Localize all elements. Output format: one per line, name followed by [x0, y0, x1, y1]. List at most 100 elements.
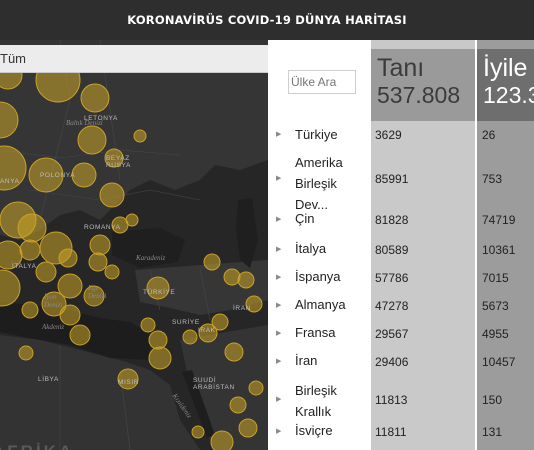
case-bubble[interactable]: [88, 252, 108, 272]
map-label-suudi: SUUDİ ARABİSTAN: [193, 377, 235, 391]
map-label-suriye: SURİYE: [172, 319, 200, 326]
confirmed-count: 11813: [375, 393, 408, 407]
recovered-title: İyile: [483, 54, 528, 82]
case-bubble[interactable]: [0, 101, 19, 139]
case-bubble[interactable]: [238, 418, 258, 438]
map-label-iyon: İyon Denizi: [44, 293, 63, 309]
case-bubble[interactable]: [182, 329, 198, 345]
confirmed-total: 537.808: [377, 82, 461, 108]
case-bubble[interactable]: [203, 253, 221, 271]
table-row[interactable]: ▶ Türkiye 3629 26: [268, 124, 534, 146]
map-label-polonya: POLONYA: [40, 172, 76, 179]
confirmed-count: 3629: [375, 128, 402, 142]
table-row[interactable]: ▶ İsviçre 11811 131: [268, 420, 534, 444]
expand-arrow-icon[interactable]: ▶: [276, 357, 281, 365]
recovered-count: 5673: [482, 299, 509, 313]
expand-arrow-icon[interactable]: ▶: [276, 174, 281, 182]
table-row[interactable]: ▶ Fransa 29567 4955: [268, 322, 534, 346]
country-name: Birleşik Krallık: [295, 383, 337, 419]
case-bubble[interactable]: [18, 345, 34, 361]
recovered-count: 4955: [482, 327, 509, 341]
confirmed-count: 57786: [375, 271, 409, 285]
case-bubble[interactable]: [104, 264, 120, 280]
case-bubble[interactable]: [77, 125, 107, 155]
case-bubble[interactable]: [17, 213, 47, 243]
case-bubble[interactable]: [210, 430, 234, 450]
recovered-count: 26: [482, 128, 496, 142]
expand-arrow-icon[interactable]: ▶: [276, 329, 281, 337]
confirmed-count: 85991: [375, 172, 409, 186]
recovered-header[interactable]: İyile 123.3: [477, 49, 534, 121]
country-name: Amerika Birleşik Dev...: [295, 155, 343, 212]
expand-arrow-icon[interactable]: ▶: [276, 395, 281, 403]
table-row[interactable]: ▶ Almanya 47278 5673: [268, 294, 534, 318]
map-filter-label: Tüm: [0, 51, 26, 66]
map-label-almanya: ANYA: [0, 178, 20, 185]
country-name: İran: [295, 353, 318, 368]
confirmed-count: 29567: [375, 327, 409, 341]
recovered-count: 150: [482, 393, 503, 407]
table-row[interactable]: ▶ Birleşik Krallık 11813 150: [268, 380, 534, 420]
table-row[interactable]: ▶ İran 29406 10457: [268, 350, 534, 374]
map-label-karadeniz: Karadeniz: [136, 254, 166, 262]
case-bubble[interactable]: [133, 129, 147, 143]
expand-arrow-icon[interactable]: ▶: [276, 427, 281, 435]
case-bubble[interactable]: [148, 330, 168, 350]
case-bubble[interactable]: [58, 248, 78, 268]
case-bubble[interactable]: [19, 239, 41, 261]
case-bubble[interactable]: [125, 213, 139, 227]
case-bubble[interactable]: [71, 162, 97, 188]
map-label-afrika: AFRİKA: [0, 442, 74, 450]
map-label-letonya: LETONYA: [84, 115, 118, 122]
case-bubble[interactable]: [35, 261, 57, 283]
expand-arrow-icon[interactable]: ▶: [276, 215, 281, 223]
recovered-count: 74719: [482, 213, 516, 227]
case-bubble[interactable]: [223, 268, 241, 286]
expand-arrow-icon[interactable]: ▶: [276, 273, 281, 281]
case-bubble[interactable]: [0, 269, 21, 307]
case-bubble[interactable]: [191, 425, 205, 439]
confirmed-title: Tanı: [377, 54, 425, 82]
case-bubble[interactable]: [140, 317, 156, 333]
map-label-beyaz-rusya: BEYAZ RUSYA: [106, 155, 131, 169]
expand-arrow-icon[interactable]: ▶: [276, 130, 281, 138]
country-name: Türkiye: [295, 127, 338, 142]
confirmed-count: 29406: [375, 355, 409, 369]
map-label-misir: MISIR: [118, 379, 140, 386]
country-name: Almanya: [295, 297, 346, 312]
recovered-count: 131: [482, 425, 503, 439]
country-name: Çin: [295, 211, 315, 226]
page-title: KORONAVİRÜS COVID-19 DÜNYA HARİTASI: [0, 0, 534, 40]
expand-arrow-icon[interactable]: ▶: [276, 245, 281, 253]
case-bubble[interactable]: [237, 271, 255, 289]
confirmed-header[interactable]: Tanı 537.808: [371, 49, 475, 121]
country-search-input[interactable]: [288, 70, 356, 94]
case-bubble[interactable]: [80, 83, 110, 113]
case-bubble[interactable]: [99, 182, 125, 208]
case-bubble[interactable]: [248, 380, 264, 396]
country-table-panel: Tanı 537.808 İyile 123.3 ▶Türkiye362926▶…: [268, 40, 534, 450]
recovered-count: 753: [482, 172, 503, 186]
case-bubble[interactable]: [69, 324, 91, 346]
table-row[interactable]: ▶ Amerika Birleşik Dev... 85991 753: [268, 152, 534, 212]
case-bubble[interactable]: [21, 301, 39, 319]
map-label-iran: İRAN: [233, 305, 251, 312]
recovered-total: 123.3: [483, 82, 534, 108]
confirmed-count: 80589: [375, 243, 409, 257]
case-bubble[interactable]: [148, 346, 172, 370]
table-row[interactable]: ▶ İtalya 80589 10361: [268, 238, 534, 262]
confirmed-count: 47278: [375, 299, 409, 313]
case-bubble[interactable]: [89, 234, 111, 256]
confirmed-count: 81828: [375, 213, 409, 227]
table-row[interactable]: ▶ Çin 81828 74719: [268, 208, 534, 232]
map-filter-dropdown[interactable]: Tüm: [0, 45, 268, 73]
world-map[interactable]: Baltık Denizi LETONYA BEYAZ RUSYA POLONY…: [0, 40, 268, 450]
expand-arrow-icon[interactable]: ▶: [276, 301, 281, 309]
map-label-irak: IRAK: [198, 327, 216, 334]
table-row[interactable]: ▶ İspanya 57786 7015: [268, 266, 534, 290]
map-label-turkiye: TÜRKİYE: [143, 289, 176, 296]
country-name: Fransa: [295, 325, 336, 340]
case-bubble[interactable]: [229, 396, 247, 414]
map-label-akdeniz: Akdeniz: [42, 323, 65, 331]
case-bubble[interactable]: [224, 342, 244, 362]
